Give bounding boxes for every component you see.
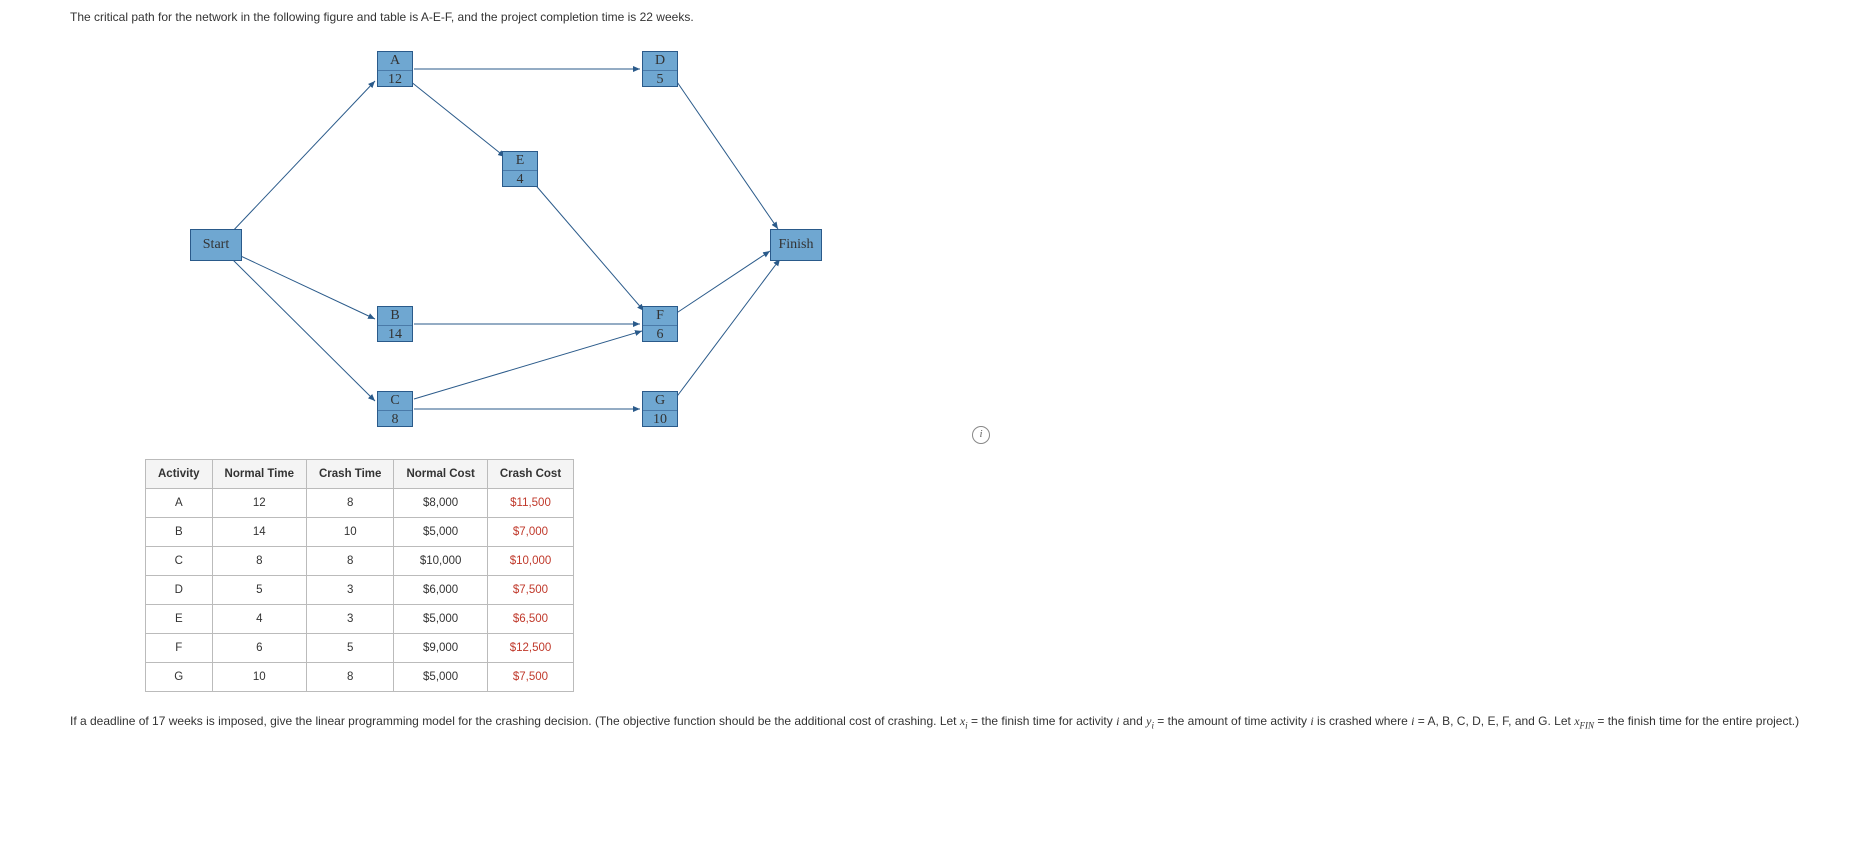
cell-crash-time: 3 bbox=[307, 576, 394, 605]
info-icon[interactable]: i bbox=[972, 426, 990, 444]
network-diagram: Start A 12 D 5 E 4 B 14 F 6 C 8 G 10 Fin… bbox=[170, 39, 930, 439]
q-part3: and bbox=[1119, 714, 1146, 728]
node-B-value: 14 bbox=[378, 326, 412, 343]
cell-normal-cost: $5,000 bbox=[394, 605, 487, 634]
cell-activity: F bbox=[146, 634, 213, 663]
node-finish: Finish bbox=[770, 229, 822, 261]
cell-normal-cost: $6,000 bbox=[394, 576, 487, 605]
node-E-value: 4 bbox=[503, 171, 537, 188]
var-yi: yi bbox=[1146, 714, 1154, 728]
table-header-row: Activity Normal Time Crash Time Normal C… bbox=[146, 460, 574, 489]
cell-normal-cost: $10,000 bbox=[394, 547, 487, 576]
node-G-label: G bbox=[643, 392, 677, 411]
cell-crash-time: 10 bbox=[307, 518, 394, 547]
node-F: F 6 bbox=[642, 306, 678, 342]
node-A-label: A bbox=[378, 52, 412, 71]
table-row: A 12 8 $8,000 $11,500 bbox=[146, 489, 574, 518]
node-C-label: C bbox=[378, 392, 412, 411]
node-start: Start bbox=[190, 229, 242, 261]
node-B-label: B bbox=[378, 307, 412, 326]
th-normal-time: Normal Time bbox=[212, 460, 306, 489]
th-crash-cost: Crash Cost bbox=[487, 460, 573, 489]
cell-crash-cost: $7,500 bbox=[487, 663, 573, 692]
problem-intro: The critical path for the network in the… bbox=[70, 10, 1866, 24]
table-row: E 4 3 $5,000 $6,500 bbox=[146, 605, 574, 634]
node-C: C 8 bbox=[377, 391, 413, 427]
cell-activity: D bbox=[146, 576, 213, 605]
q-part5: is crashed where bbox=[1314, 714, 1411, 728]
cell-crash-cost: $7,000 bbox=[487, 518, 573, 547]
cell-normal-time: 5 bbox=[212, 576, 306, 605]
cell-crash-time: 8 bbox=[307, 547, 394, 576]
q-part2: = the finish time for activity bbox=[968, 714, 1116, 728]
cell-crash-time: 8 bbox=[307, 663, 394, 692]
activity-table: Activity Normal Time Crash Time Normal C… bbox=[145, 459, 574, 692]
cell-normal-time: 8 bbox=[212, 547, 306, 576]
q-part4: = the amount of time activity bbox=[1154, 714, 1310, 728]
var-xfin: xFIN bbox=[1574, 714, 1594, 728]
question-text: If a deadline of 17 weeks is imposed, gi… bbox=[70, 712, 1846, 733]
node-D-value: 5 bbox=[643, 71, 677, 88]
var-xi: xi bbox=[960, 714, 968, 728]
cell-normal-cost: $8,000 bbox=[394, 489, 487, 518]
cell-crash-cost: $11,500 bbox=[487, 489, 573, 518]
table-row: D 5 3 $6,000 $7,500 bbox=[146, 576, 574, 605]
node-A: A 12 bbox=[377, 51, 413, 87]
q-part7: = the finish time for the entire project… bbox=[1594, 714, 1799, 728]
cell-crash-time: 8 bbox=[307, 489, 394, 518]
cell-activity: E bbox=[146, 605, 213, 634]
node-G-value: 10 bbox=[643, 411, 677, 428]
node-F-value: 6 bbox=[643, 326, 677, 343]
cell-crash-cost: $6,500 bbox=[487, 605, 573, 634]
cell-crash-time: 5 bbox=[307, 634, 394, 663]
th-normal-cost: Normal Cost bbox=[394, 460, 487, 489]
th-activity: Activity bbox=[146, 460, 213, 489]
table-row: F 6 5 $9,000 $12,500 bbox=[146, 634, 574, 663]
cell-activity: G bbox=[146, 663, 213, 692]
th-crash-time: Crash Time bbox=[307, 460, 394, 489]
cell-normal-time: 6 bbox=[212, 634, 306, 663]
table-row: C 8 8 $10,000 $10,000 bbox=[146, 547, 574, 576]
cell-normal-cost: $9,000 bbox=[394, 634, 487, 663]
cell-normal-time: 12 bbox=[212, 489, 306, 518]
cell-normal-cost: $5,000 bbox=[394, 518, 487, 547]
q-part6: = A, B, C, D, E, F, and G. Let bbox=[1414, 714, 1574, 728]
node-C-value: 8 bbox=[378, 411, 412, 428]
cell-normal-time: 4 bbox=[212, 605, 306, 634]
node-A-value: 12 bbox=[378, 71, 412, 88]
node-E-label: E bbox=[503, 152, 537, 171]
cell-normal-time: 14 bbox=[212, 518, 306, 547]
cell-activity: B bbox=[146, 518, 213, 547]
node-D: D 5 bbox=[642, 51, 678, 87]
cell-activity: A bbox=[146, 489, 213, 518]
node-E: E 4 bbox=[502, 151, 538, 187]
cell-crash-cost: $12,500 bbox=[487, 634, 573, 663]
table-row: B 14 10 $5,000 $7,000 bbox=[146, 518, 574, 547]
cell-activity: C bbox=[146, 547, 213, 576]
cell-normal-time: 10 bbox=[212, 663, 306, 692]
table-row: G 10 8 $5,000 $7,500 bbox=[146, 663, 574, 692]
cell-crash-cost: $10,000 bbox=[487, 547, 573, 576]
node-D-label: D bbox=[643, 52, 677, 71]
node-G: G 10 bbox=[642, 391, 678, 427]
node-F-label: F bbox=[643, 307, 677, 326]
cell-normal-cost: $5,000 bbox=[394, 663, 487, 692]
cell-crash-time: 3 bbox=[307, 605, 394, 634]
node-B: B 14 bbox=[377, 306, 413, 342]
q-part1: If a deadline of 17 weeks is imposed, gi… bbox=[70, 714, 960, 728]
cell-crash-cost: $7,500 bbox=[487, 576, 573, 605]
